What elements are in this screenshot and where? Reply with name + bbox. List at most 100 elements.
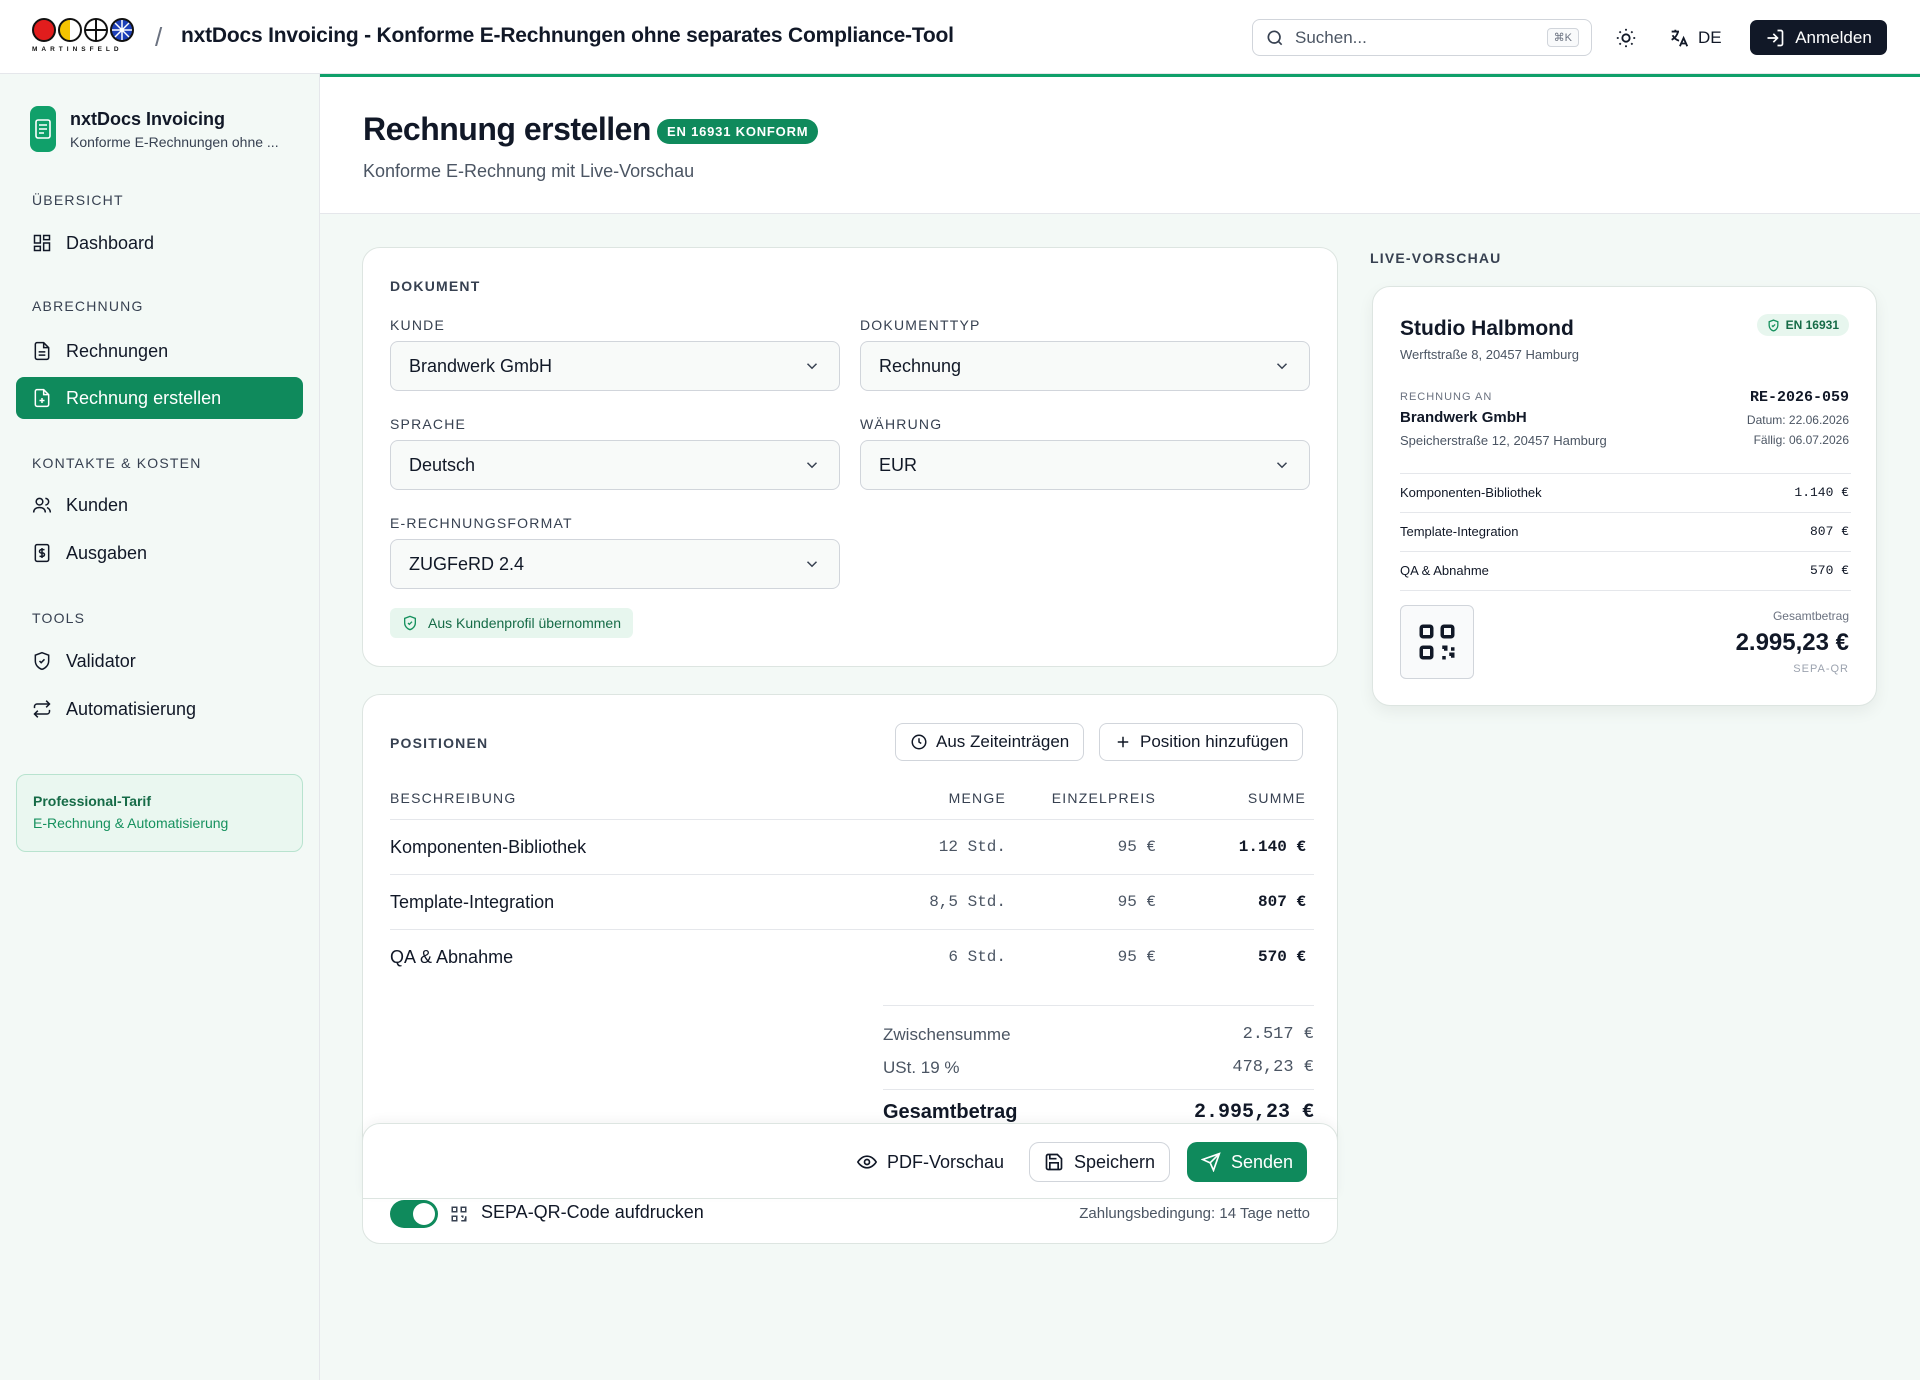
- sepa-qr-toggle[interactable]: [390, 1200, 438, 1228]
- from-time-entries-button[interactable]: Aus Zeiteinträgen: [895, 723, 1085, 761]
- table-divider: [390, 929, 1314, 930]
- chevron-down-icon: [1276, 462, 1288, 469]
- sidebar-brand[interactable]: nxtDocs Invoicing Konforme E-Rechnungen …: [30, 106, 279, 152]
- sidebar-item-automation[interactable]: Automatisierung: [16, 688, 303, 730]
- document-icon: [30, 106, 56, 152]
- vat-row: USt. 19 % 478,23 €: [883, 1058, 1314, 1078]
- table-row-unit-price[interactable]: 95 €: [1006, 893, 1156, 911]
- shield-check-icon: [404, 615, 416, 631]
- qr-code-icon: [451, 1206, 467, 1222]
- format-select[interactable]: ZUGFeRD 2.4: [390, 539, 840, 589]
- table-row-sum: 807 €: [1257, 893, 1306, 911]
- plus-icon: [1117, 736, 1129, 748]
- dashboard-icon: [33, 234, 51, 252]
- sidebar-item-expenses[interactable]: Ausgaben: [16, 532, 303, 574]
- customer-select[interactable]: Brandwerk GmbH: [390, 341, 840, 391]
- sidebar-item-validator[interactable]: Validator: [16, 640, 303, 682]
- section-title: DOKUMENT: [390, 278, 481, 294]
- sidebar-item-customers[interactable]: Kunden: [16, 484, 303, 526]
- page-title: Rechnung erstellen: [363, 111, 651, 147]
- doctype-select[interactable]: Rechnung: [860, 341, 1310, 391]
- chevron-down-icon: [1276, 363, 1288, 370]
- button-label: Speichern: [1074, 1151, 1156, 1172]
- language-switcher[interactable]: DE: [1668, 22, 1722, 54]
- file-text-icon: [34, 341, 50, 361]
- preview-item-name: Template-Integration: [1400, 524, 1519, 539]
- table-row-qty[interactable]: 6 Std.: [886, 948, 1006, 966]
- total-value: 2.995,23 €: [1193, 1101, 1314, 1124]
- bill-to-label: RECHNUNG AN: [1400, 391, 1493, 403]
- users-icon: [32, 497, 52, 513]
- preview-total-label: Gesamtbetrag: [1772, 609, 1849, 623]
- table-row-qty[interactable]: 12 Std.: [886, 838, 1006, 856]
- search-placeholder: Suchen...: [1295, 27, 1367, 47]
- sidebar-item-create-invoice[interactable]: Rechnung erstellen: [16, 377, 303, 419]
- select-value: ZUGFeRD 2.4: [409, 553, 525, 574]
- button-label: Position hinzufügen: [1140, 732, 1289, 751]
- select-value: Deutsch: [409, 454, 476, 475]
- login-button[interactable]: Anmelden: [1750, 20, 1887, 55]
- preview-divider: [1400, 512, 1851, 513]
- bill-to-name: Brandwerk GmbH: [1400, 409, 1527, 426]
- table-row-description[interactable]: Komponenten-Bibliothek: [390, 837, 586, 858]
- table-row-description[interactable]: Template-Integration: [390, 892, 554, 913]
- sidebar-item-dashboard[interactable]: Dashboard: [16, 222, 303, 264]
- sidebar-item-label: Dashboard: [66, 232, 155, 253]
- subtotal-row: Zwischensumme 2.517 €: [883, 1025, 1314, 1045]
- receipt-icon: [34, 543, 50, 563]
- breadcrumb-separator: /: [155, 22, 163, 52]
- payment-terms: Zahlungsbedingung: 14 Tage netto: [1079, 1205, 1310, 1222]
- sepa-qr-label: SEPA-QR-Code aufdrucken: [481, 1202, 704, 1222]
- badge-text: EN 16931: [1785, 318, 1839, 332]
- martinsfeld-logo[interactable]: MARTINSFELD: [32, 18, 140, 56]
- logo-dot-blue: [110, 18, 134, 42]
- preview-total-value: 2.995,23 €: [1735, 629, 1849, 656]
- sidebar-item-invoices[interactable]: Rechnungen: [16, 330, 303, 372]
- top-bar: MARTINSFELD / nxtDocs Invoicing - Konfor…: [0, 0, 1920, 74]
- sidebar-item-label: Rechnungen: [66, 340, 169, 361]
- table-row-unit-price[interactable]: 95 €: [1006, 838, 1156, 856]
- currency-select[interactable]: EUR: [860, 440, 1310, 490]
- button-label: Aus Zeiteinträgen: [936, 732, 1070, 751]
- preview-item-amount: 1.140 €: [1794, 485, 1849, 500]
- clock-icon: [911, 734, 927, 750]
- send-button[interactable]: Senden: [1187, 1142, 1308, 1182]
- invoice-preview[interactable]: Studio Halbmond Werftstraße 8, 20457 Ham…: [1372, 286, 1877, 706]
- search-input[interactable]: Suchen... ⌘K: [1252, 19, 1592, 56]
- search-shortcut: ⌘K: [1546, 28, 1579, 47]
- column-header-sum: SUMME: [1247, 790, 1306, 806]
- button-label: PDF-Vorschau: [887, 1151, 1005, 1172]
- logo-dot-yellow: [58, 18, 82, 42]
- language-select[interactable]: Deutsch: [390, 440, 840, 490]
- preview-item-name: Komponenten-Bibliothek: [1400, 485, 1542, 500]
- send-icon: [1201, 1152, 1221, 1172]
- plan-title: Professional-Tarif: [33, 793, 151, 809]
- add-position-button[interactable]: Position hinzufügen: [1099, 723, 1304, 761]
- logo-dot-cross: [84, 18, 108, 42]
- table-row-unit-price[interactable]: 95 €: [1006, 948, 1156, 966]
- sidebar-item-label: Kunden: [66, 494, 129, 515]
- translate-icon: [1671, 29, 1689, 47]
- theme-toggle-button[interactable]: [1610, 22, 1642, 54]
- doctype-label: DOKUMENTTYP: [860, 317, 981, 333]
- vat-label: USt. 19 %: [883, 1058, 960, 1077]
- table-row-qty[interactable]: 8,5 Std.: [886, 893, 1006, 911]
- section-title: POSITIONEN: [390, 735, 489, 751]
- table-row-description[interactable]: QA & Abnahme: [390, 947, 513, 968]
- save-button[interactable]: Speichern: [1029, 1142, 1171, 1182]
- select-value: Rechnung: [879, 355, 962, 376]
- preview-qr-label: SEPA-QR: [1793, 663, 1849, 675]
- pdf-preview-button[interactable]: PDF-Vorschau: [843, 1142, 1018, 1182]
- preview-item-amount: 807 €: [1809, 524, 1849, 539]
- plan-card[interactable]: Professional-Tarif E-Rechnung & Automati…: [16, 774, 303, 852]
- page-subtitle: Konforme E-Rechnung mit Live-Vorschau: [363, 161, 695, 181]
- bill-to-address: Speicherstraße 12, 20457 Hamburg: [1400, 433, 1607, 448]
- invoice-date: Datum: 22.06.2026: [1746, 413, 1849, 427]
- table-divider: [390, 874, 1314, 875]
- section-label-tools: TOOLS: [32, 610, 86, 626]
- sidebar-item-label: Rechnung erstellen: [66, 387, 222, 408]
- section-label-billing: ABRECHNUNG: [32, 298, 144, 314]
- language-label: DE: [1698, 28, 1722, 47]
- page-header: Rechnung erstellen EN 16931 KONFORM Konf…: [320, 74, 1920, 214]
- preview-item-amount: 570 €: [1809, 563, 1849, 578]
